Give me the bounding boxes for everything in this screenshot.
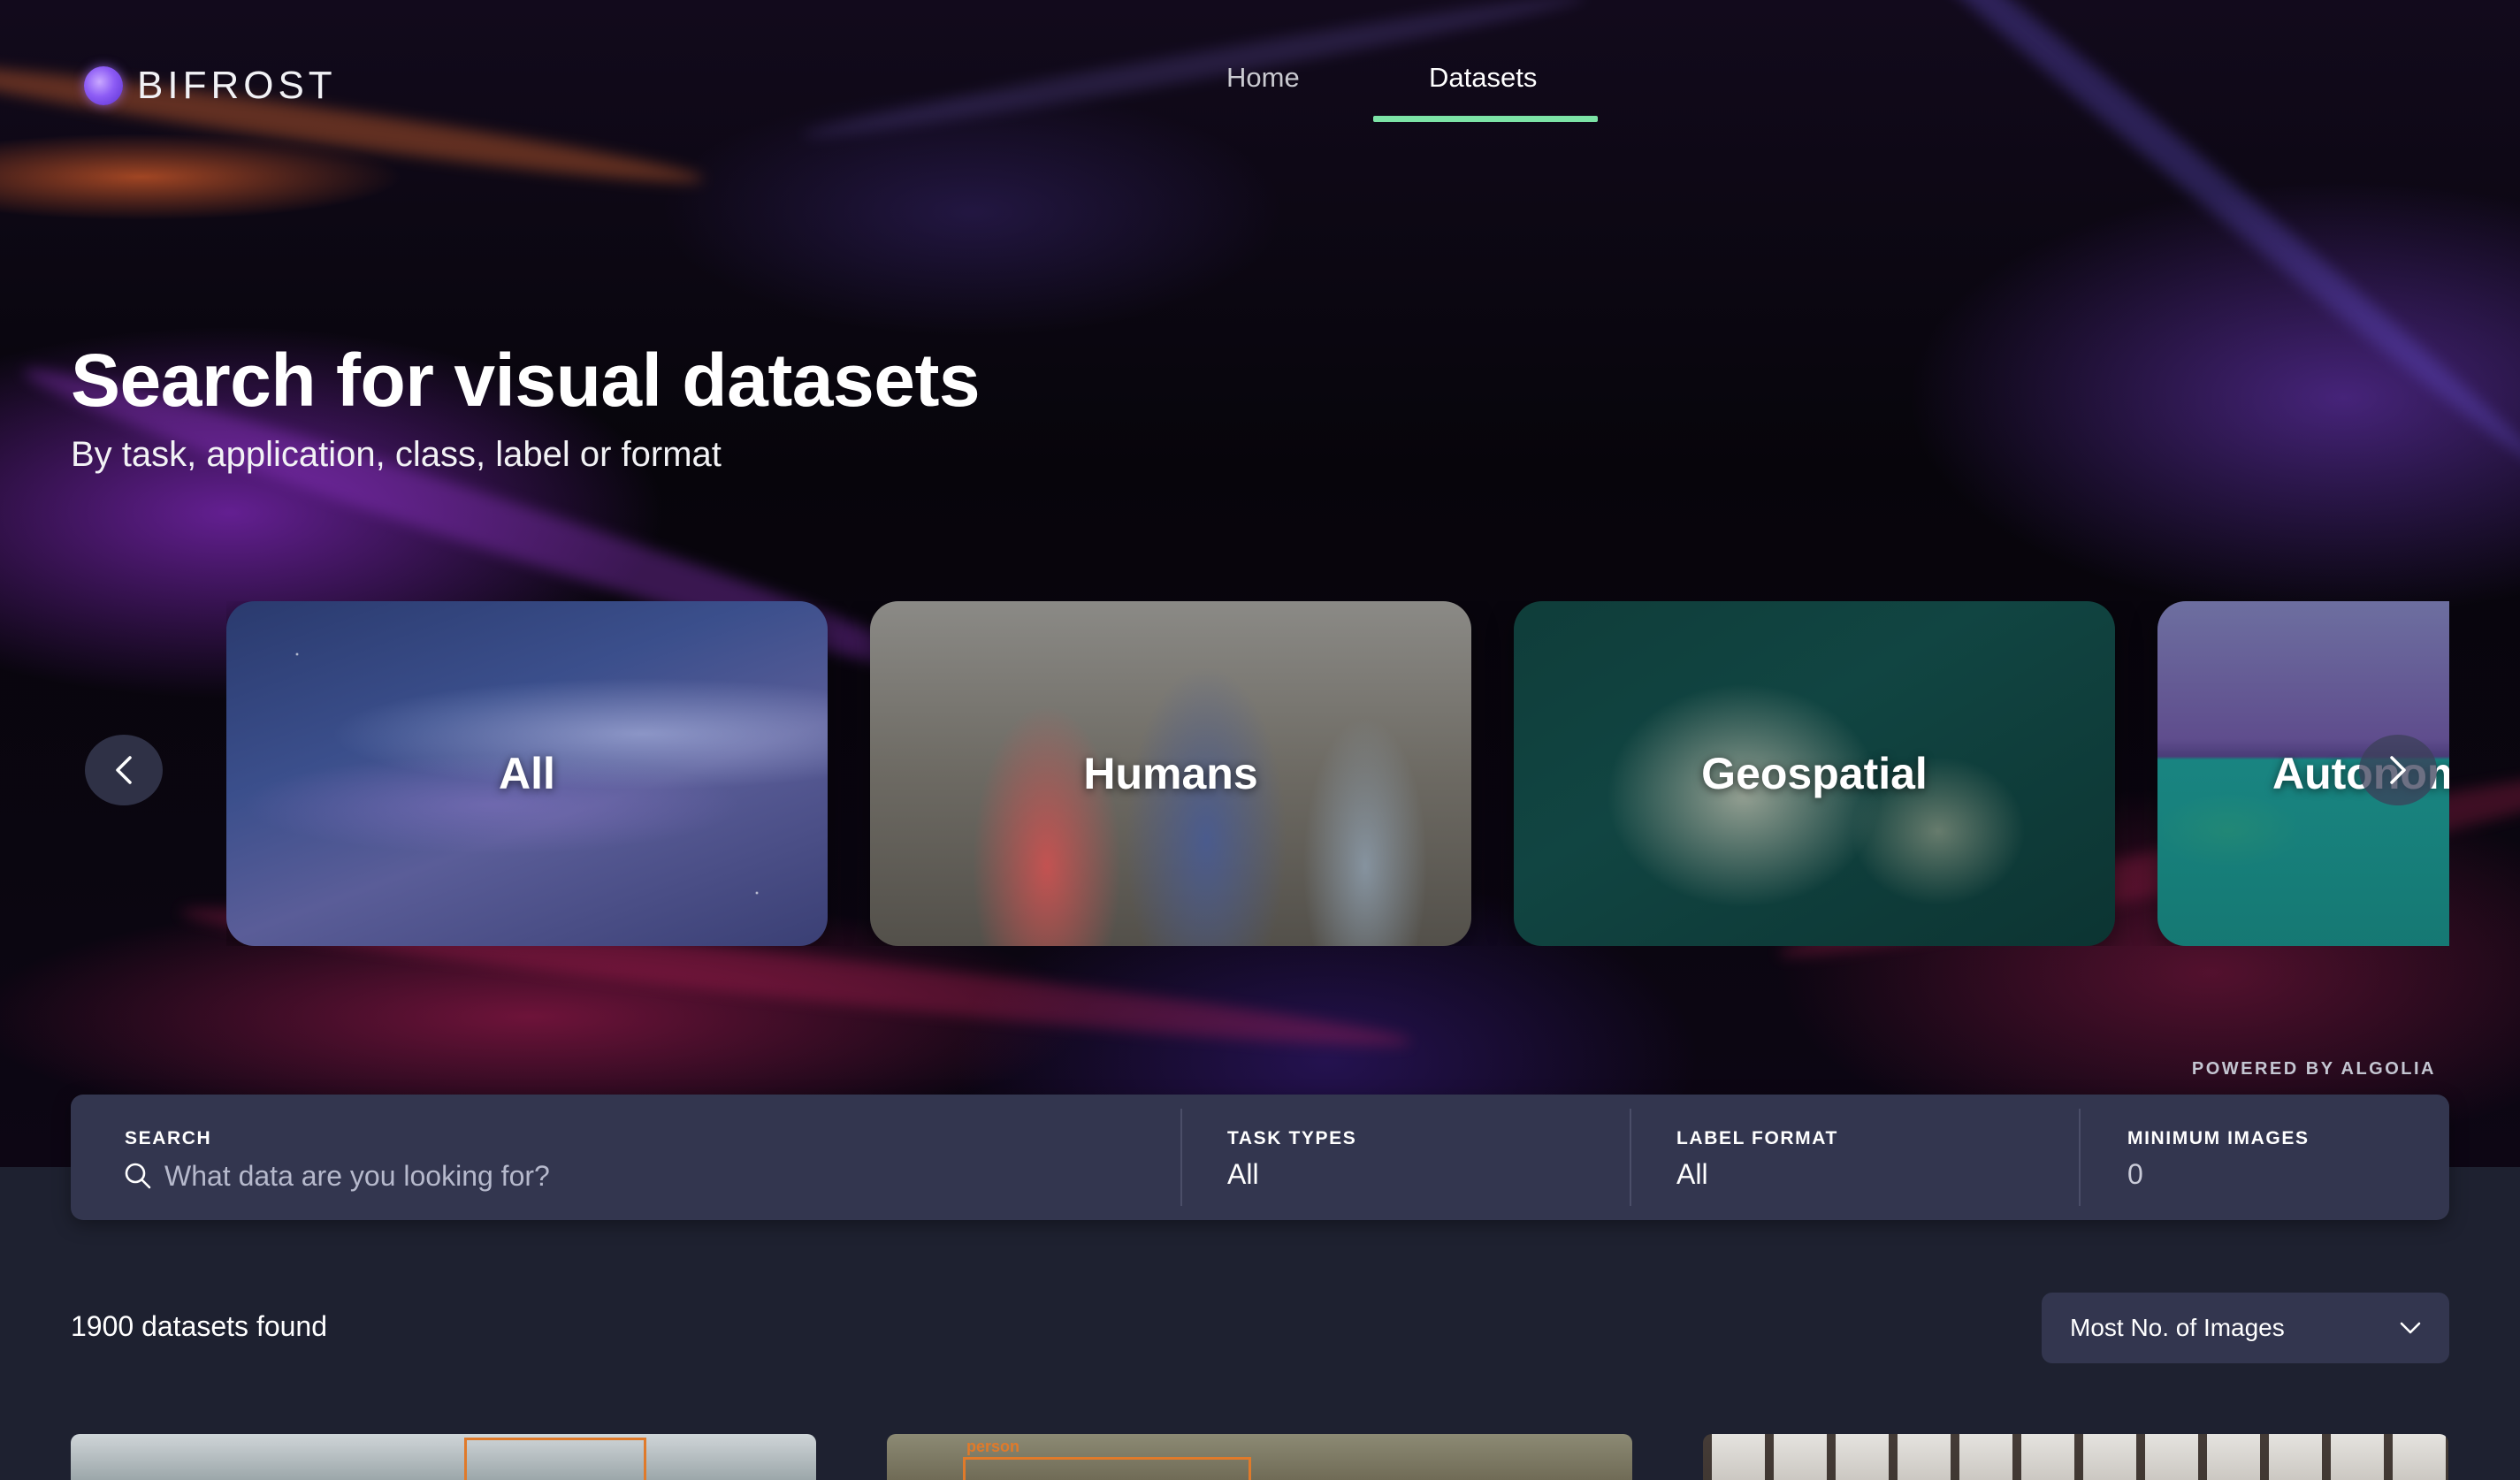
label-format-value: All [1676,1158,1708,1190]
page-subtitle: By task, application, class, label or fo… [71,435,722,474]
chevron-down-icon [2400,1322,2421,1334]
sort-select[interactable]: Most No. of Images [2042,1293,2449,1363]
results-count: 1900 datasets found [71,1310,328,1342]
search-label: SEARCH [125,1128,212,1148]
minimum-images-filter[interactable]: MINIMUM IMAGES 0 [2081,1095,2449,1220]
page: BIFROST Home Datasets Search for visual … [0,0,2520,1480]
minimum-images-label: MINIMUM IMAGES [2127,1128,2310,1148]
category-card-geospatial[interactable]: Geospatial [1514,601,2115,946]
logo-orb-icon [84,66,123,105]
minimum-images-value: 0 [2127,1158,2143,1190]
page-title: Search for visual datasets [71,339,981,422]
nav-active-indicator [1373,116,1598,122]
logo[interactable]: BIFROST [84,64,337,108]
dataset-card[interactable]: person [887,1434,1632,1480]
bounding-box-tag: person [966,1438,1020,1455]
search-bar: SEARCH TASK TYPES All LABEL FORMAT All M… [71,1095,2449,1220]
search-input[interactable] [164,1156,1137,1195]
light-streak [1782,0,2520,477]
chevron-left-icon [116,756,132,784]
label-format-label: LABEL FORMAT [1676,1128,1838,1148]
nav-home-link[interactable]: Home [1226,62,1300,94]
search-field[interactable]: SEARCH [71,1095,1180,1220]
nav-datasets-link[interactable]: Datasets [1429,62,1537,94]
label-format-filter[interactable]: LABEL FORMAT All [1631,1095,2078,1220]
category-card-label: Humans [1083,749,1258,798]
hero-background [0,0,2520,1167]
bounding-box [464,1438,646,1480]
category-card-humans[interactable]: Humans [870,601,1471,946]
carousel-next-button[interactable] [2359,735,2437,805]
task-types-label: TASK TYPES [1227,1128,1357,1148]
carousel-prev-button[interactable] [85,735,163,805]
sort-selected-value: Most No. of Images [2070,1314,2285,1341]
powered-by-algolia[interactable]: POWERED BY ALGOLIA [2122,1059,2436,1079]
search-icon [125,1163,151,1189]
chevron-right-icon [2390,756,2406,784]
category-card-all[interactable]: All [226,601,828,946]
bounding-box [963,1457,1251,1480]
category-card-label: All [499,749,555,798]
dataset-card[interactable] [71,1434,816,1480]
category-carousel: All Humans Geospatial Autonomous Vehicle… [226,601,2449,946]
dataset-card[interactable] [1703,1434,2448,1480]
task-types-value: All [1227,1158,1259,1190]
category-card-label: Geospatial [1701,749,1928,798]
task-types-filter[interactable]: TASK TYPES All [1182,1095,1629,1220]
logo-text: BIFROST [137,64,337,107]
